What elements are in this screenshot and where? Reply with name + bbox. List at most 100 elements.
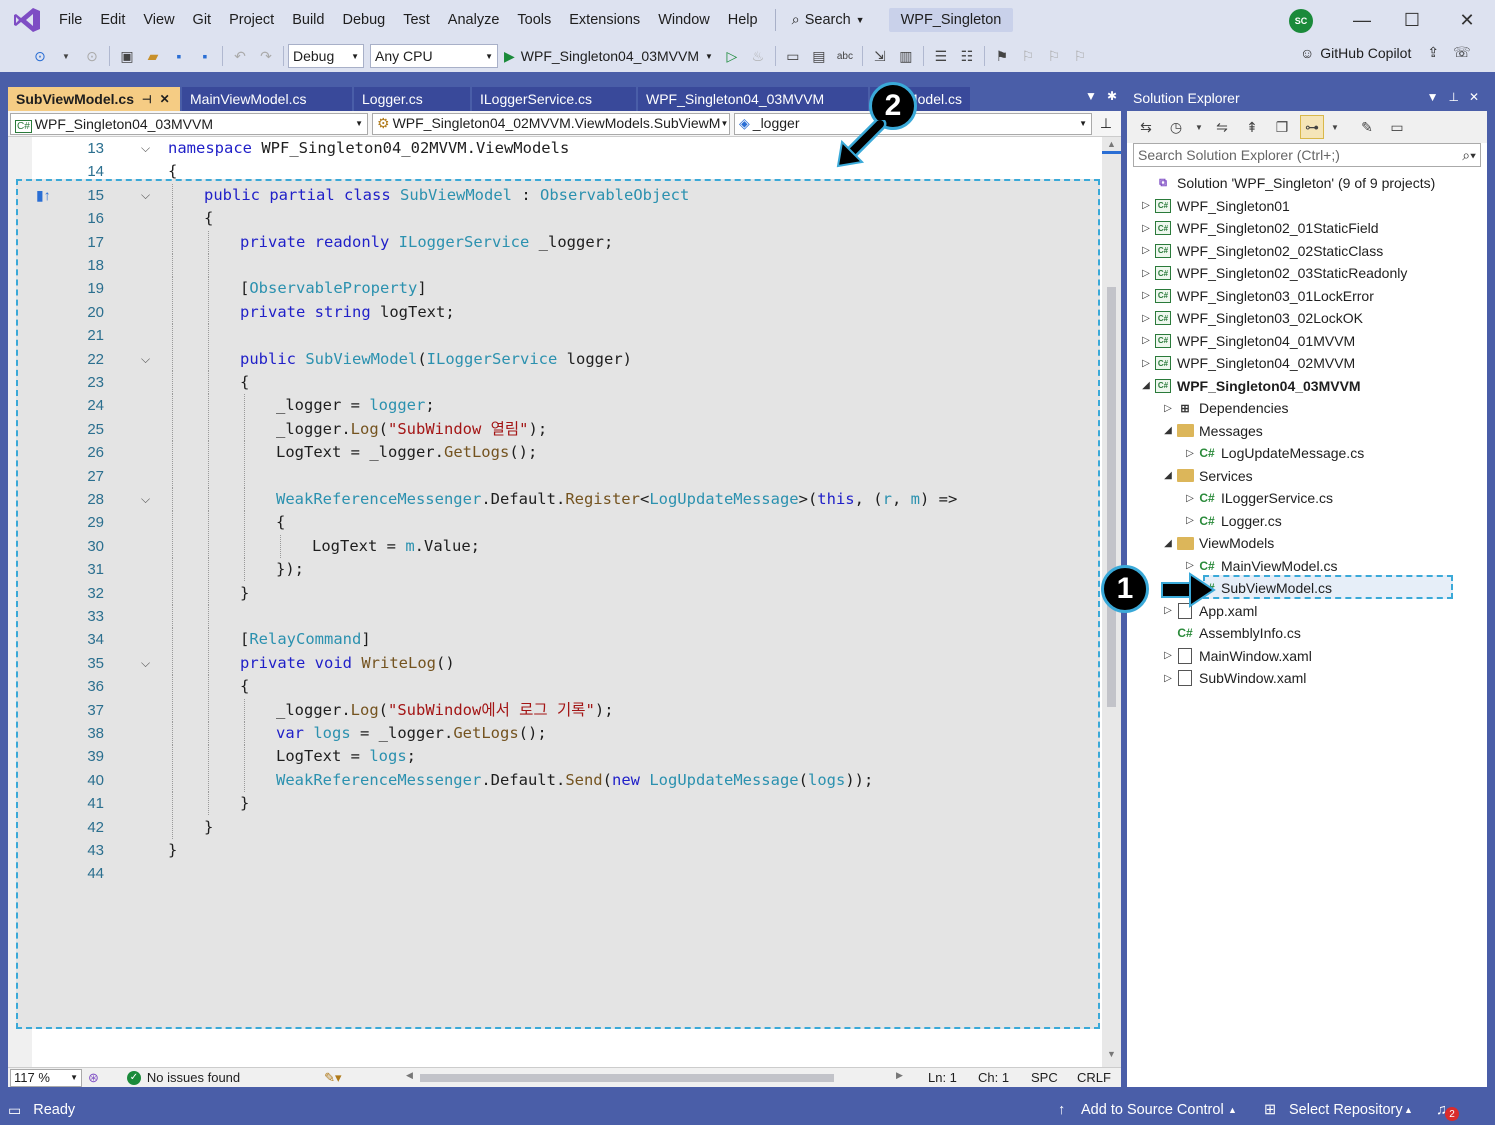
browse-icon[interactable]: ▭ [781,44,805,68]
tab-subviewmodel[interactable]: SubViewModel.cs ⊣ ✕ [8,87,180,111]
code-cleanup-icon[interactable]: ✎▾ [324,1070,341,1086]
code-editor[interactable]: ▮↑ 13 ⌵ namespace WPF_Singleton04_02MVVM.V… [8,137,1121,1067]
clear-bookmarks-icon[interactable]: ⚐ [1068,44,1092,68]
code-line[interactable]: 44 [8,862,1102,885]
pin-icon[interactable]: ⊥ [1448,90,1458,104]
back-icon[interactable]: ⊙ [28,44,52,68]
menu-item-git[interactable]: Git [184,0,221,40]
feedback-icon[interactable]: ☏ [1453,44,1471,61]
health-icon[interactable]: ⊛ [88,1070,99,1086]
tree-item[interactable]: ▷ C# WPF_Singleton03_02LockOK [1127,307,1487,329]
tree-item[interactable]: ▷ C# WPF_Singleton01 [1127,195,1487,217]
open-folder-icon[interactable]: ▰ [141,44,165,68]
tree-item[interactable]: ▷ C# ILoggerService.cs [1127,487,1487,509]
select-repository-button[interactable]: Select Repository [1289,1102,1403,1118]
code-line[interactable]: 24 _logger = logger; [8,394,1102,418]
code-line[interactable]: 23 { [8,371,1102,394]
code-line[interactable]: 14 { [8,160,1102,183]
preview-icon[interactable]: ▭ [1385,115,1409,139]
avatar[interactable]: SC [1289,9,1313,33]
add-to-source-control-button[interactable]: Add to Source Control [1081,1102,1224,1118]
code-line[interactable]: 29 { [8,511,1102,535]
collapse-toggle-icon[interactable]: ⌵ [141,488,155,511]
expanded-arrow-icon[interactable]: ◢ [1161,538,1175,549]
scroll-left-icon[interactable]: ◀ [406,1070,413,1081]
chevron-down-icon[interactable]: ▼ [1330,115,1340,139]
menu-item-edit[interactable]: Edit [91,0,134,40]
code-line[interactable]: 31}); [8,558,1102,582]
code-line[interactable]: 32} [8,581,1102,605]
start-debugging-button[interactable]: ▶ WPF_Singleton04_03MVVM ▼ [498,48,719,65]
code-line[interactable]: 21 [8,324,1102,348]
code-line[interactable]: 33 [8,605,1102,628]
tree-item[interactable]: ▷ C# WPF_Singleton02_02StaticClass [1127,240,1487,262]
menu-item-extensions[interactable]: Extensions [560,0,649,40]
code-line[interactable]: 39 LogText = logs; [8,745,1102,769]
expand-arrow-icon[interactable]: ▷ [1139,358,1153,369]
next-bookmark-icon[interactable]: ⚐ [1042,44,1066,68]
code-line[interactable]: 20 private string logText; [8,300,1102,324]
expand-arrow-icon[interactable]: ▷ [1139,313,1153,324]
collapse-toggle-icon[interactable]: ⌵ [141,348,155,371]
tree-item[interactable]: ⧉ Solution 'WPF_Singleton' (9 of 9 projec… [1127,172,1487,194]
save-icon[interactable]: ▪ [167,44,191,68]
code-line[interactable]: 35 ⌵ private void WriteLog() [8,651,1102,675]
hot-reload-icon[interactable]: ♨ [746,44,770,68]
github-copilot-button[interactable]: ☺ GitHub Copilot ⇪ ☏ [1300,44,1471,61]
code-line[interactable]: 41} [8,792,1102,816]
minimize-icon[interactable]: — [1335,0,1389,40]
configuration-select[interactable]: Debug ▼ [288,44,364,68]
code-line[interactable]: 38 var logs = _logger.GetLogs(); [8,722,1102,745]
scroll-up-icon[interactable]: ▲ [1107,139,1116,149]
tree-item[interactable]: ◢ Services [1127,465,1487,487]
visual-studio-logo-icon[interactable] [12,5,42,35]
menu-item-build[interactable]: Build [283,0,333,40]
expand-arrow-icon[interactable]: ▷ [1139,290,1153,301]
expand-arrow-icon[interactable]: ▷ [1161,650,1175,661]
menu-item-debug[interactable]: Debug [333,0,394,40]
chevron-up-icon[interactable]: ▲ [1404,1105,1413,1115]
pending-changes-icon[interactable]: ⇋ [1210,115,1234,139]
chevron-down-icon[interactable]: ▼ [1427,90,1439,104]
redo-icon[interactable]: ↷ [254,44,278,68]
line-indicator[interactable]: Ln: 1 [928,1070,957,1085]
expand-arrow-icon[interactable]: ▷ [1139,268,1153,279]
scrollbar-thumb[interactable] [1107,287,1116,707]
code-line[interactable]: 30 LogText = m.Value; [8,534,1102,558]
code-line[interactable]: 40 WeakReferenceMessenger.Default.Send(ne… [8,768,1102,792]
expand-arrow-icon[interactable]: ▷ [1139,245,1153,256]
expand-arrow-icon[interactable]: ▷ [1161,403,1175,414]
menu-item-view[interactable]: View [134,0,183,40]
save-all-icon[interactable]: ▪ [193,44,217,68]
properties-wrench-icon[interactable]: ✎ [1355,115,1379,139]
code-line[interactable]: 28 ⌵ WeakReferenceMessenger.Default.Regist… [8,488,1102,511]
prev-bookmark-icon[interactable]: ⚐ [1016,44,1040,68]
code-line[interactable]: 25 _logger.Log("SubWindow 열림"); [8,417,1102,441]
spell-check-icon[interactable]: abc [833,44,857,68]
line-ending-indicator[interactable]: CRLF [1077,1070,1111,1085]
project-dropdown[interactable]: C# WPF_Singleton04_03MVVM ▼ [10,112,368,135]
menu-item-file[interactable]: File [50,0,91,40]
collapse-all-icon[interactable]: ⇞ [1240,115,1264,139]
code-line[interactable]: 17 private readonly ILoggerService _logge… [8,230,1102,254]
new-project-icon[interactable]: ▣ [115,44,139,68]
code-line[interactable]: 43} [8,839,1102,862]
show-all-files-icon[interactable]: ❐ [1270,115,1294,139]
start-without-debugging-icon[interactable]: ▷ [720,44,744,68]
share-icon[interactable]: ⇪ [1427,44,1439,61]
horizontal-scrollbar[interactable]: ◀ ▶ [406,1070,906,1083]
search-button[interactable]: ⌕ Search ▼ [784,12,873,28]
code-line[interactable]: 15 ⌵ public partial class SubViewModel : O… [8,183,1102,207]
code-line[interactable]: 22 ⌵ public SubViewModel(ILoggerService lo… [8,347,1102,371]
expanded-arrow-icon[interactable]: ◢ [1161,470,1175,481]
settings-icon[interactable]: ✱ [1107,89,1117,103]
whitespace-indicator[interactable]: SPC [1031,1070,1058,1085]
tree-item[interactable]: ▷ C# WPF_Singleton03_01LockError [1127,285,1487,307]
code-line[interactable]: 26 LogText = _logger.GetLogs(); [8,441,1102,465]
menu-item-project[interactable]: Project [220,0,283,40]
pin-icon[interactable]: ⊣ [142,93,152,106]
code-line[interactable]: 36 { [8,675,1102,699]
tab-list-dropdown-icon[interactable]: ▼ [1085,89,1097,103]
switch-views-icon[interactable]: ⊶ [1300,115,1324,139]
tree-item[interactable]: ▷ C# WPF_Singleton04_01MVVM [1127,330,1487,352]
